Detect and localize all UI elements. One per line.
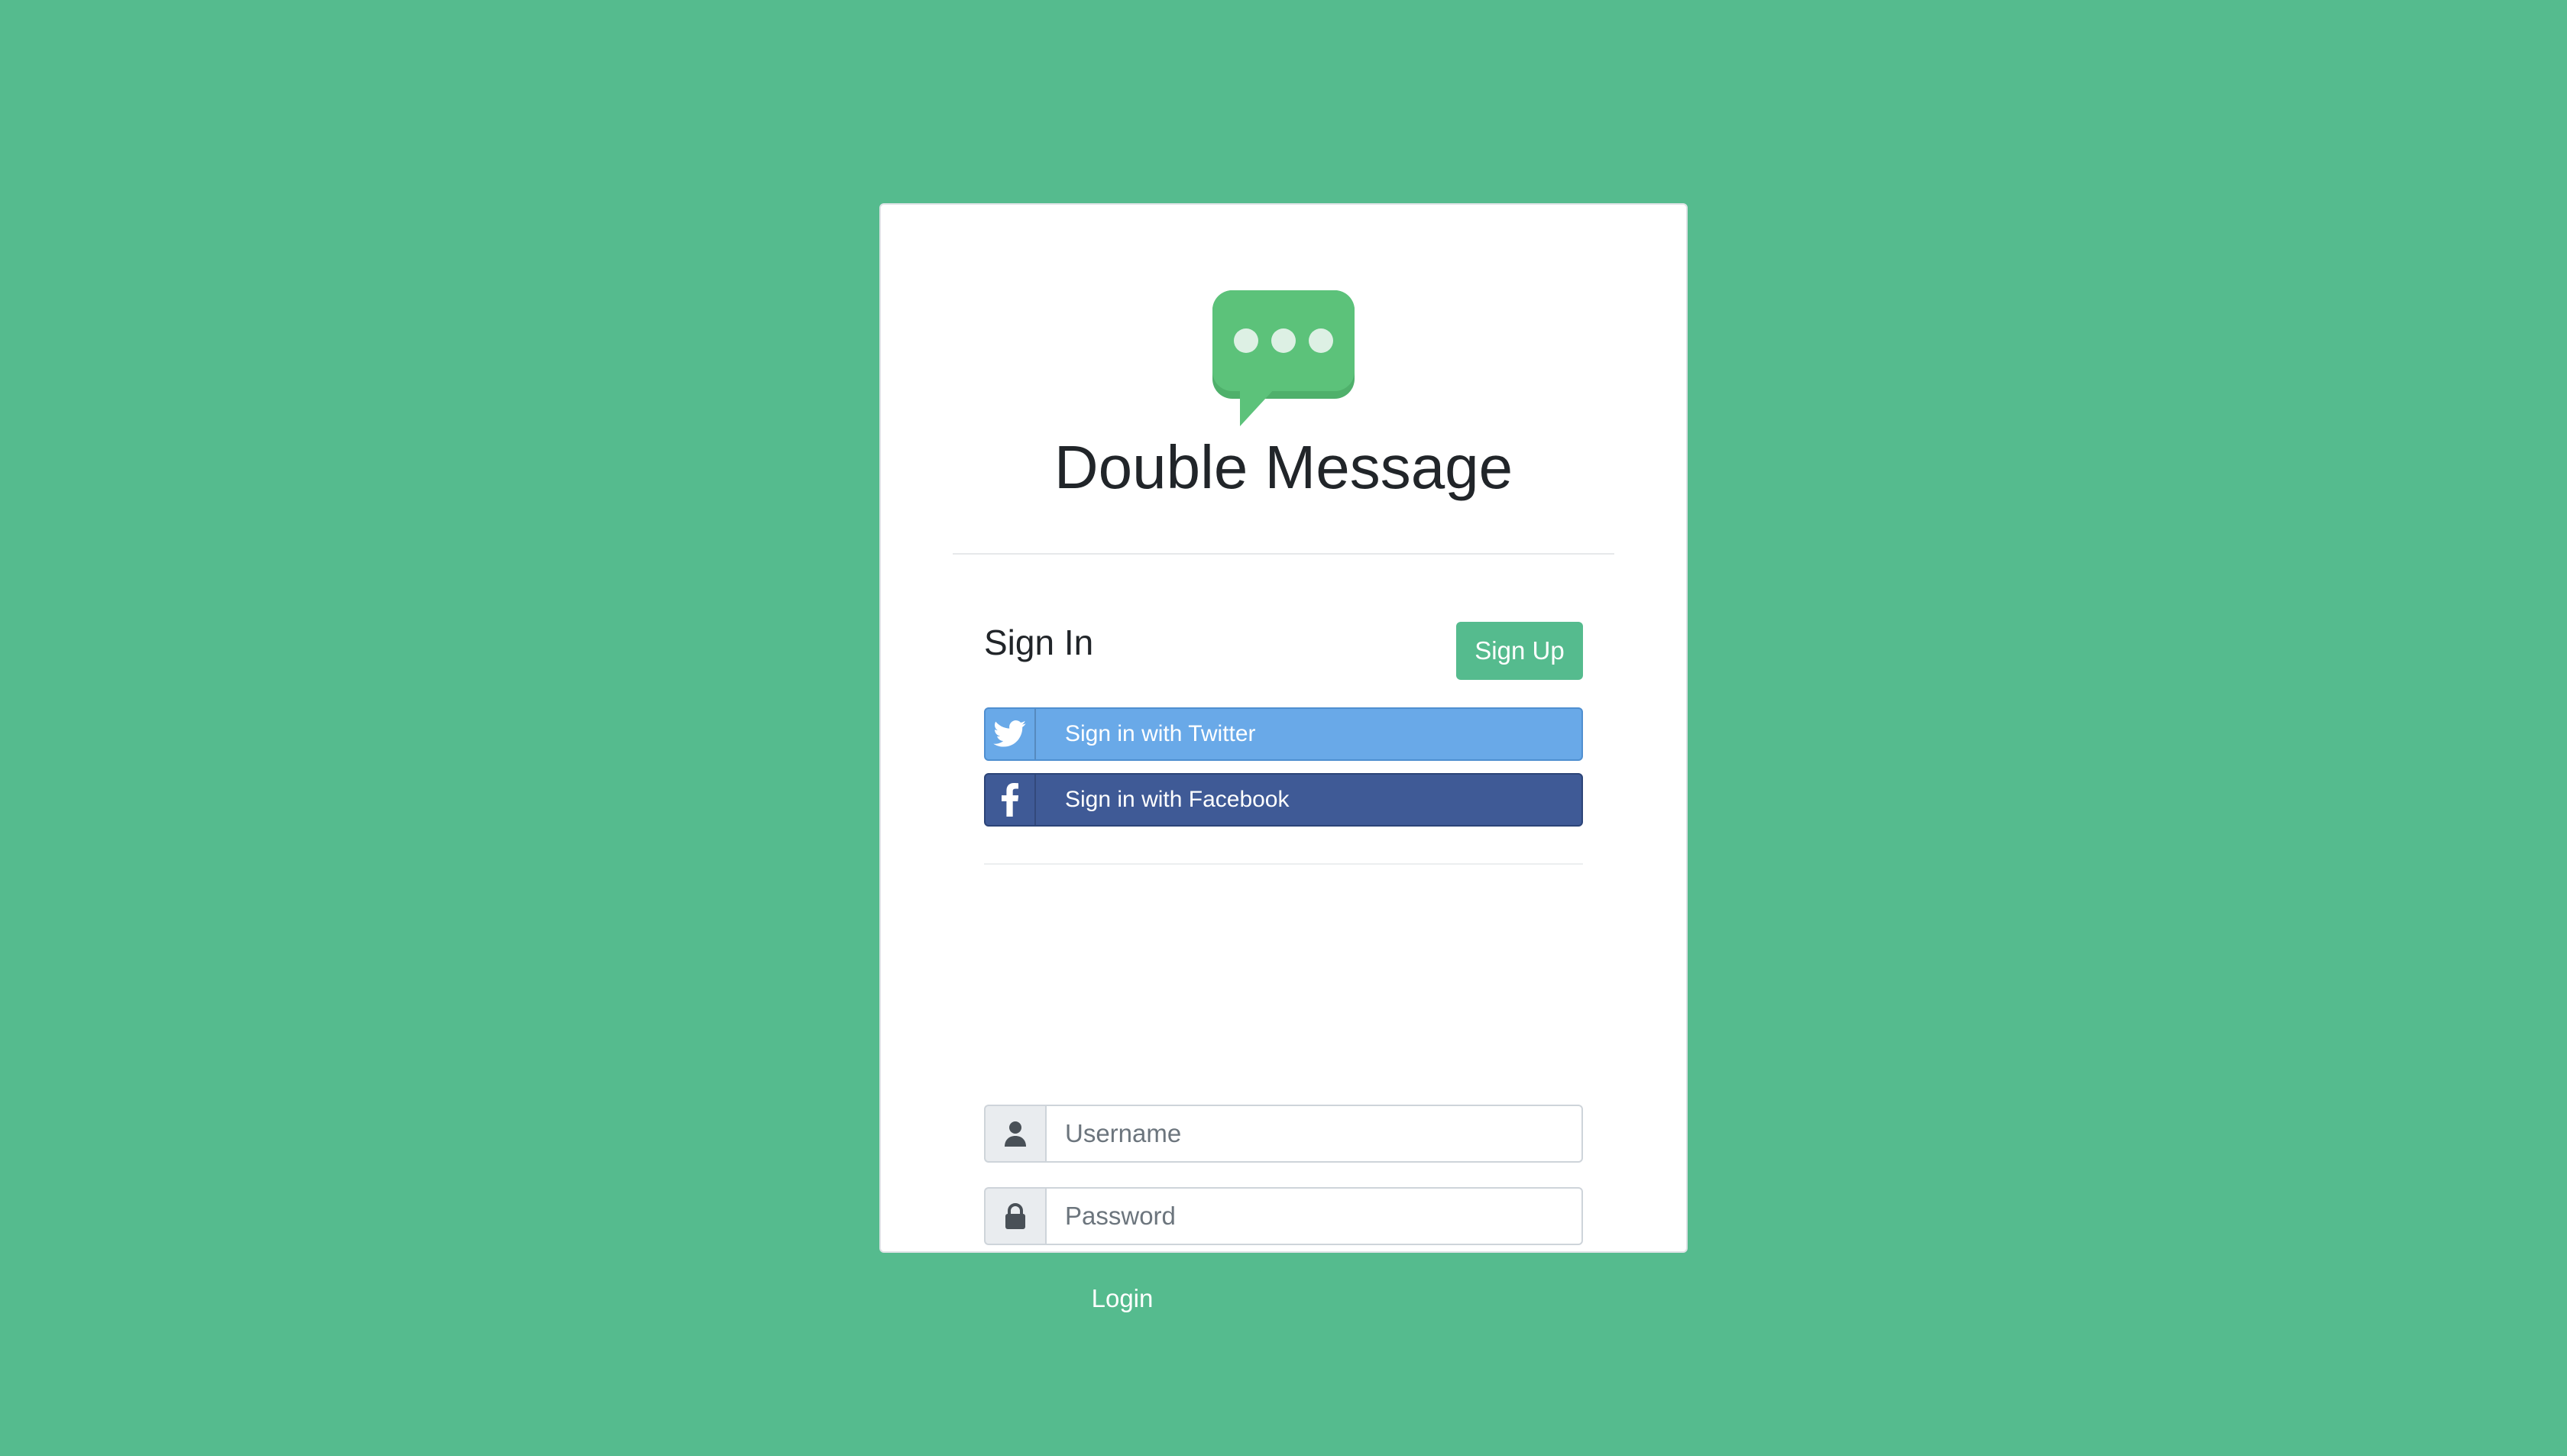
header-divider — [953, 553, 1614, 555]
user-icon — [984, 1105, 1045, 1163]
lock-icon — [984, 1187, 1045, 1245]
username-input[interactable] — [1045, 1105, 1583, 1163]
login-button[interactable]: Login — [984, 1270, 1261, 1328]
facebook-signin-label: Sign in with Facebook — [1065, 787, 1290, 812]
twitter-signin-label: Sign in with Twitter — [1065, 721, 1256, 746]
signin-heading: Sign In — [984, 623, 1094, 662]
signup-button[interactable]: Sign Up — [1456, 622, 1583, 680]
app-title: Double Message — [1054, 433, 1513, 501]
form-divider — [984, 863, 1583, 865]
twitter-icon — [986, 709, 1036, 759]
username-input-group — [984, 1105, 1583, 1163]
facebook-icon — [986, 775, 1036, 825]
chat-bubble-icon — [1212, 290, 1355, 431]
facebook-signin-button[interactable]: Sign in with Facebook — [984, 773, 1583, 827]
twitter-signin-button[interactable]: Sign in with Twitter — [984, 707, 1583, 761]
password-input-group — [984, 1187, 1583, 1245]
password-input[interactable] — [1045, 1187, 1583, 1245]
login-card: Double Message Sign In Sign Up Sign in w… — [879, 203, 1688, 1328]
